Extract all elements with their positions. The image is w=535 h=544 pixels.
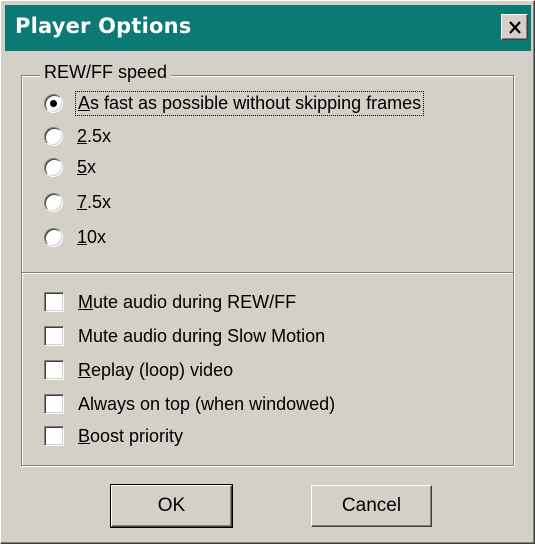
checkbox-mute-rew-ff[interactable]: Mute audio during REW/FF bbox=[44, 288, 296, 316]
radio-speed-5x[interactable]: 5x bbox=[44, 153, 96, 181]
checkbox-always-on-top[interactable]: Always on top (when windowed) bbox=[44, 390, 335, 418]
radio-label: 2.5x bbox=[77, 125, 112, 146]
checkbox[interactable] bbox=[44, 292, 64, 312]
checkbox[interactable] bbox=[44, 426, 64, 446]
radio-speed-2-5x[interactable]: 2.5x bbox=[44, 122, 111, 150]
radio-speed-10x[interactable]: 10x bbox=[44, 223, 106, 251]
checkbox-mute-slow-motion[interactable]: Mute audio during Slow Motion bbox=[44, 322, 325, 350]
checkbox[interactable] bbox=[44, 360, 64, 380]
checkbox-label: Replay (loop) video bbox=[78, 359, 234, 380]
radio-label: As fast as possible without skipping fra… bbox=[74, 90, 425, 116]
radio-button[interactable] bbox=[44, 227, 63, 247]
checkbox-label: Always on top (when windowed) bbox=[78, 393, 336, 414]
checkbox-label: Mute audio during REW/FF bbox=[78, 291, 297, 312]
radio-button[interactable] bbox=[44, 93, 63, 113]
checkbox-label: Boost priority bbox=[78, 425, 184, 446]
checkbox-boost-priority[interactable]: Boost priority bbox=[44, 422, 183, 450]
radio-button[interactable] bbox=[44, 126, 63, 146]
radio-label: 7.5x bbox=[77, 191, 112, 212]
cancel-button[interactable]: Cancel bbox=[311, 485, 432, 527]
close-button[interactable] bbox=[501, 14, 528, 40]
checkbox-replay-loop[interactable]: Replay (loop) video bbox=[44, 356, 233, 384]
checkbox[interactable] bbox=[44, 326, 64, 346]
ok-button[interactable]: OK bbox=[110, 484, 233, 528]
dialog-title: Player Options bbox=[15, 14, 192, 38]
group-label: REW/FF speed bbox=[40, 62, 172, 83]
radio-selected-dot bbox=[50, 99, 57, 107]
checkbox[interactable] bbox=[44, 394, 64, 414]
radio-speed-7-5x[interactable]: 7.5x bbox=[44, 188, 111, 216]
title-bar[interactable]: Player Options bbox=[5, 5, 531, 51]
radio-button[interactable] bbox=[44, 192, 63, 212]
checkbox-label: Mute audio during Slow Motion bbox=[78, 325, 326, 346]
radio-button[interactable] bbox=[44, 157, 63, 177]
radio-speed-fastest[interactable]: As fast as possible without skipping fra… bbox=[44, 89, 425, 117]
rew-ff-speed-group: REW/FF speed As fast as possible without… bbox=[21, 62, 514, 466]
radio-label: 5x bbox=[77, 156, 97, 177]
group-separator bbox=[22, 272, 513, 274]
player-options-dialog: Player Options REW/FF speed As fast as p… bbox=[0, 0, 535, 544]
close-icon bbox=[508, 20, 521, 34]
radio-label: 10x bbox=[77, 226, 107, 247]
